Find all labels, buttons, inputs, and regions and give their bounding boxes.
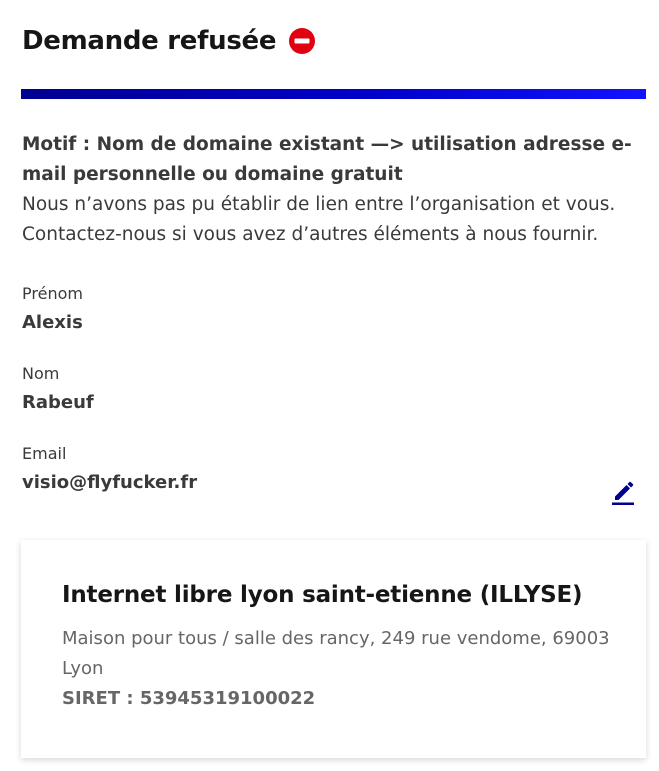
refusal-explanation: Nous n’avons pas pu établir de lien entr… [22, 194, 616, 215]
email-label: Email [22, 444, 67, 463]
accent-bar [21, 89, 646, 99]
email-field: Email visio@flyfucker.fr [22, 442, 197, 497]
page-title: Demande refusée [22, 26, 277, 56]
firstname-field: Prénom Alexis [22, 282, 83, 337]
firstname-value: Alexis [22, 312, 83, 333]
page-header: Demande refusée [22, 26, 316, 56]
refusal-contact-hint: Contactez-nous si vous avez d’autres élé… [22, 224, 599, 245]
organization-siret: SIRET : 53945319100022 [62, 688, 316, 709]
refusal-reason: Motif : Nom de domaine existant —> utili… [22, 130, 642, 250]
refusal-motif: Motif : Nom de domaine existant —> utili… [22, 134, 632, 185]
minus-circle-icon [288, 27, 316, 55]
pencil-icon [610, 477, 636, 509]
lastname-label: Nom [22, 364, 60, 383]
organization-address: Maison pour tous / salle des rancy, 249 … [62, 628, 610, 679]
lastname-field: Nom Rabeuf [22, 362, 94, 417]
email-value: visio@flyfucker.fr [22, 472, 198, 493]
firstname-label: Prénom [22, 284, 83, 303]
organization-card: Internet libre lyon saint-etienne (ILLYS… [21, 540, 646, 758]
lastname-value: Rabeuf [22, 392, 94, 413]
edit-email-button[interactable] [608, 478, 638, 508]
organization-name: Internet libre lyon saint-etienne (ILLYS… [62, 582, 583, 608]
